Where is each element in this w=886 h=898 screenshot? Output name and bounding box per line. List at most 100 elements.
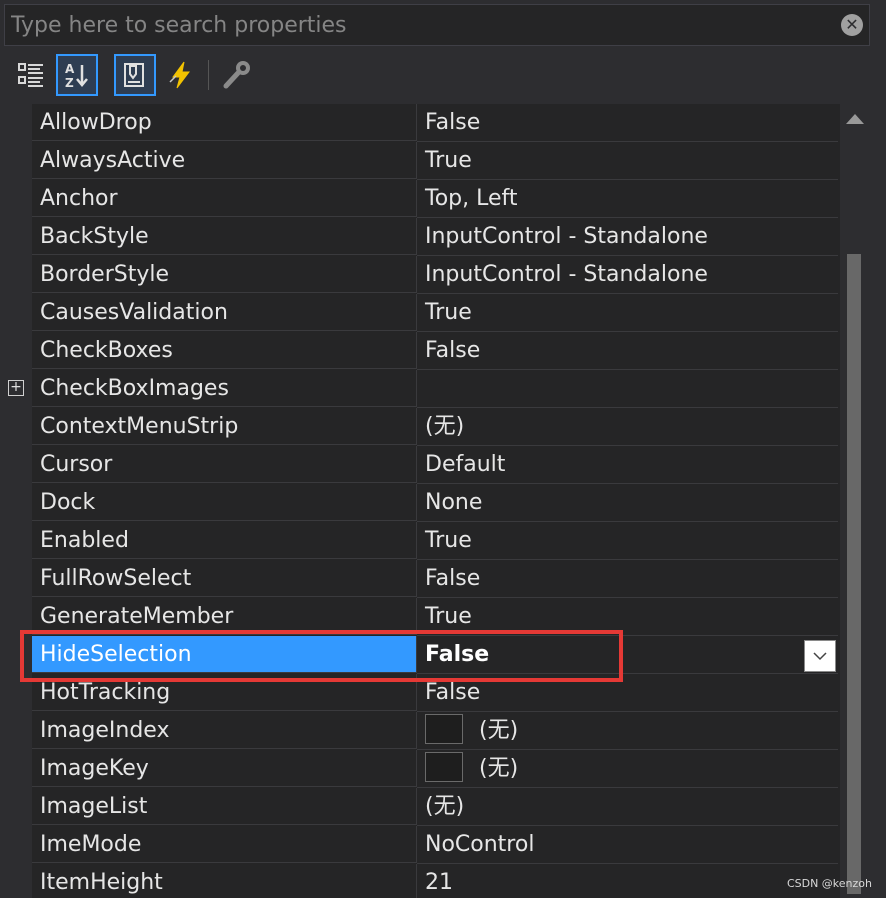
row-gutter: [0, 104, 32, 142]
property-name[interactable]: BorderStyle: [32, 256, 417, 293]
row-gutter: [0, 560, 32, 598]
property-value[interactable]: True: [417, 598, 838, 636]
property-name[interactable]: ImageList: [32, 788, 417, 825]
vertical-scrollbar[interactable]: [840, 104, 870, 898]
property-value[interactable]: False: [417, 674, 838, 712]
image-swatch: [425, 752, 463, 782]
property-row[interactable]: ImageList (无): [0, 788, 840, 826]
property-name[interactable]: ContextMenuStrip: [32, 408, 417, 445]
property-name[interactable]: CheckBoxImages: [32, 370, 417, 407]
property-name[interactable]: HideSelection: [32, 636, 417, 673]
row-gutter: +: [0, 370, 32, 408]
property-value[interactable]: None: [417, 484, 838, 522]
categorized-icon: [18, 63, 43, 87]
row-gutter: [0, 484, 32, 522]
row-gutter: [0, 218, 32, 256]
property-search-box[interactable]: ✕: [4, 4, 870, 46]
row-gutter: [0, 294, 32, 332]
property-row[interactable]: Cursor Default: [0, 446, 840, 484]
row-gutter: [0, 788, 32, 826]
property-row[interactable]: AllowDrop False: [0, 104, 840, 142]
property-name[interactable]: GenerateMember: [32, 598, 417, 635]
property-value[interactable]: InputControl - Standalone: [417, 218, 838, 256]
alphabetical-button[interactable]: A Z: [56, 54, 98, 96]
categorized-button[interactable]: [10, 54, 52, 96]
property-name[interactable]: CheckBoxes: [32, 332, 417, 369]
property-name[interactable]: AllowDrop: [32, 104, 417, 141]
image-swatch: [425, 714, 463, 744]
property-row[interactable]: ContextMenuStrip (无): [0, 408, 840, 446]
property-row[interactable]: ImeMode NoControl: [0, 826, 840, 864]
property-row[interactable]: Enabled True: [0, 522, 840, 560]
property-pages-button[interactable]: [216, 54, 258, 96]
property-row[interactable]: Anchor Top, Left: [0, 180, 840, 218]
property-row[interactable]: BorderStyle InputControl - Standalone: [0, 256, 840, 294]
clear-search-icon[interactable]: ✕: [841, 14, 863, 36]
property-value[interactable]: True: [417, 522, 838, 560]
row-gutter: [0, 674, 32, 712]
property-value[interactable]: InputControl - Standalone: [417, 256, 838, 294]
property-name[interactable]: Enabled: [32, 522, 417, 559]
property-value[interactable]: (无): [417, 408, 838, 446]
property-row[interactable]: FullRowSelect False: [0, 560, 840, 598]
property-value[interactable]: Default: [417, 446, 838, 484]
toolbar: A Z: [0, 50, 886, 100]
row-gutter: [0, 142, 32, 180]
property-value[interactable]: (无): [417, 750, 838, 788]
property-value[interactable]: Top, Left: [417, 180, 838, 218]
properties-icon: [124, 63, 144, 87]
property-row[interactable]: CheckBoxes False: [0, 332, 840, 370]
events-lightning-icon: [169, 61, 190, 89]
property-row[interactable]: HideSelection False: [0, 636, 840, 674]
property-name[interactable]: Cursor: [32, 446, 417, 483]
row-gutter: [0, 522, 32, 560]
property-value[interactable]: False: [417, 560, 838, 598]
property-name[interactable]: ItemHeight: [32, 864, 417, 898]
expand-plus-icon[interactable]: +: [8, 380, 24, 396]
property-value[interactable]: False: [417, 104, 838, 142]
property-row[interactable]: Dock None: [0, 484, 840, 522]
property-value[interactable]: NoControl: [417, 826, 838, 864]
property-value[interactable]: [417, 370, 838, 408]
search-input[interactable]: [11, 7, 831, 43]
property-row[interactable]: + CheckBoxImages: [0, 370, 840, 408]
property-value-text: (无): [479, 718, 519, 743]
property-name[interactable]: ImageKey: [32, 750, 417, 787]
property-row[interactable]: CausesValidation True: [0, 294, 840, 332]
property-row[interactable]: AlwaysActive True: [0, 142, 840, 180]
scroll-up-arrow-icon[interactable]: [846, 114, 864, 124]
property-value[interactable]: (无): [417, 712, 838, 750]
property-row[interactable]: ImageKey (无): [0, 750, 840, 788]
row-gutter: [0, 864, 32, 898]
property-row[interactable]: BackStyle InputControl - Standalone: [0, 218, 840, 256]
value-dropdown-button[interactable]: [804, 640, 836, 672]
scroll-thumb[interactable]: [847, 254, 861, 894]
property-row[interactable]: HotTracking False: [0, 674, 840, 712]
property-name[interactable]: BackStyle: [32, 218, 417, 255]
row-gutter: [0, 446, 32, 484]
properties-window: ✕ A Z: [0, 0, 886, 898]
property-name[interactable]: ImeMode: [32, 826, 417, 863]
property-grid: AllowDrop False AlwaysActive True Anchor Top,…: [0, 104, 840, 898]
property-name[interactable]: Dock: [32, 484, 417, 521]
property-value[interactable]: True: [417, 142, 838, 180]
property-row[interactable]: ImageIndex (无): [0, 712, 840, 750]
row-gutter: [0, 408, 32, 446]
property-value[interactable]: (无): [417, 788, 838, 826]
row-gutter: [0, 180, 32, 218]
property-name[interactable]: CausesValidation: [32, 294, 417, 331]
property-name[interactable]: Anchor: [32, 180, 417, 217]
property-name[interactable]: HotTracking: [32, 674, 417, 711]
property-value[interactable]: False: [417, 332, 838, 370]
property-value[interactable]: False: [417, 636, 838, 674]
property-name[interactable]: ImageIndex: [32, 712, 417, 749]
property-row[interactable]: ItemHeight 21: [0, 864, 840, 898]
properties-button[interactable]: [114, 54, 156, 96]
property-value[interactable]: True: [417, 294, 838, 332]
property-value[interactable]: 21: [417, 864, 838, 898]
property-name[interactable]: FullRowSelect: [32, 560, 417, 597]
property-row[interactable]: GenerateMember True: [0, 598, 840, 636]
events-button[interactable]: [160, 54, 202, 96]
property-name[interactable]: AlwaysActive: [32, 142, 417, 179]
alphabetical-sort-icon: A Z: [65, 62, 88, 90]
